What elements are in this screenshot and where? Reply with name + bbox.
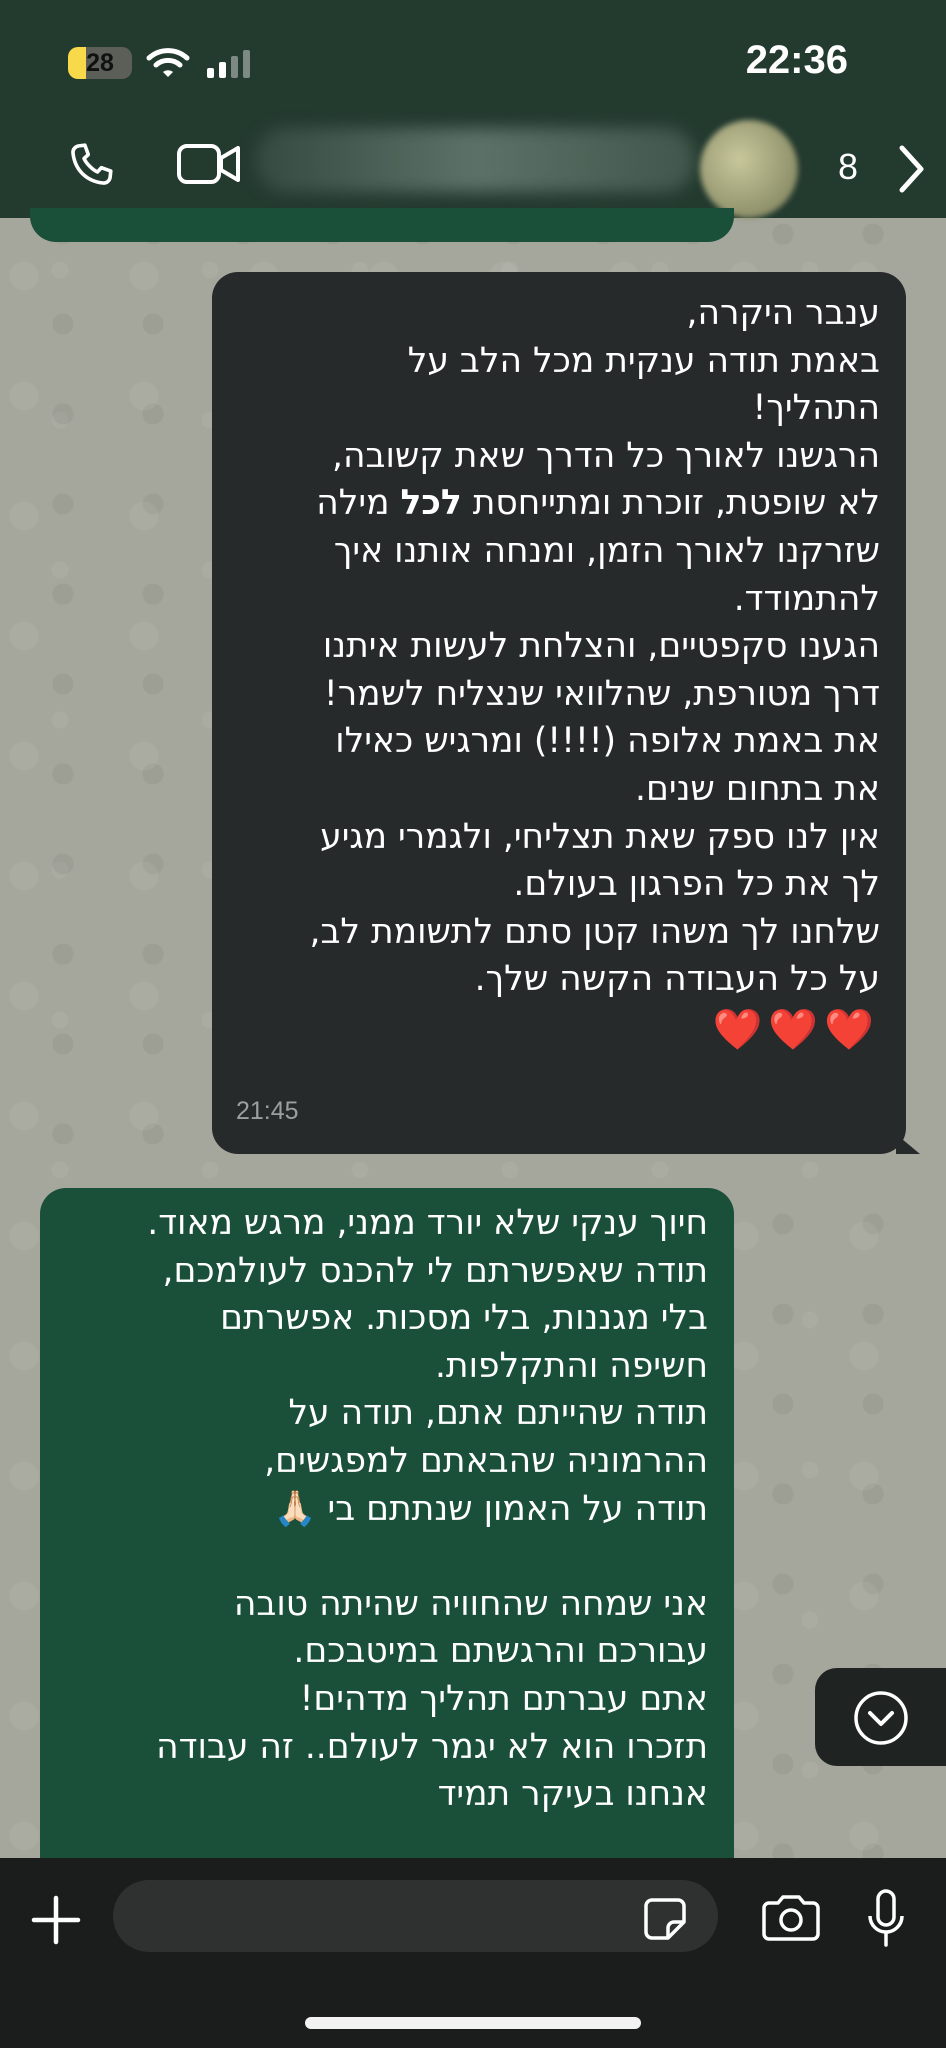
message-line: ההרמוניה שהבאתם למפגשים,: [264, 1440, 708, 1481]
message-line: להתמודד.: [733, 578, 880, 619]
scroll-to-bottom-button[interactable]: [815, 1668, 946, 1766]
camera-icon[interactable]: [760, 1894, 822, 1942]
previous-message-bubble: [30, 208, 734, 242]
message-line: תודה על האמון שנתתם בי 🙏🏻: [273, 1488, 708, 1529]
message-line: הרגשנו לאורך כל הדרך שאת קשובה,: [332, 435, 880, 476]
message-line: אני שמחה שהחוויה שהיתה טובה: [233, 1583, 708, 1624]
cellular-signal-icon: [207, 50, 250, 78]
message-line: שזרקנו לאורך הזמן, ומנחה אותנו איך: [333, 530, 880, 571]
message-bold-text: לכל: [400, 483, 462, 524]
message-line: אתם עברתם תהליך מדהים!: [299, 1678, 708, 1719]
message-line: חיוך ענקי שלא יורד ממני, מרגש מאוד.: [147, 1203, 708, 1243]
heart-emoji-line: ❤️❤️❤️: [712, 1006, 880, 1053]
message-text: לא שופטת, זוכרת ומתייחסת: [461, 483, 880, 524]
message-line: בלי מגננות, בלי מסכות. אפשרתם: [220, 1298, 708, 1339]
chat-header: 28 22:36 8: [0, 0, 946, 218]
message-line: ענבר היקרה,: [686, 293, 880, 333]
video-call-icon[interactable]: [176, 142, 242, 186]
message-line: לא שופטת, זוכרת ומתייחסת לכל מילה: [242, 480, 880, 528]
message-text: מילה: [316, 483, 401, 524]
message-line: התהליך!: [752, 388, 880, 429]
chevron-right-icon[interactable]: [896, 144, 926, 194]
plus-icon[interactable]: [30, 1894, 82, 1946]
contact-name-blurred[interactable]: [255, 128, 695, 192]
message-line: עבורכם והרגשתם במיטבכם.: [293, 1631, 708, 1672]
unread-count-badge[interactable]: 8: [838, 146, 858, 188]
message-input[interactable]: [113, 1880, 718, 1952]
message-line: שלחנו לך משהו קטן סתם לתשומת לב,: [309, 911, 880, 952]
microphone-icon[interactable]: [866, 1888, 906, 1950]
avatar[interactable]: [700, 120, 798, 218]
message-input-bar: [0, 1858, 946, 2048]
outgoing-message-bubble[interactable]: ענבר היקרה, באמת תודה ענקית מכל הלב על ה…: [212, 272, 920, 1154]
home-indicator: [305, 2017, 641, 2029]
message-line: תזכרו הוא לא יגמר לעולם.. זה עבודה: [156, 1726, 708, 1767]
message-line: דרך מטורפת, שהלוואי שנצליח לשמר!: [323, 673, 880, 714]
battery-level: 28: [86, 49, 114, 77]
message-line: הגענו סקפטיים, והצלחת לעשות איתנו: [322, 626, 880, 667]
message-line: את באמת אלופה (!!!!) ומרגיש כאילו: [335, 721, 880, 762]
message-line: לך את כל הפרגון בעולם.: [513, 864, 880, 905]
message-timestamp: 21:45: [236, 1097, 299, 1126]
chevron-down-circle-icon: [854, 1691, 908, 1745]
battery-indicator: 28: [68, 47, 132, 79]
message-line: חשיפה והתקלפות.: [434, 1345, 708, 1386]
sticker-icon[interactable]: [642, 1896, 688, 1942]
message-line: אין לנו ספק שאת תצליחי, ולגמרי מגיע: [320, 816, 880, 857]
wifi-icon: [146, 48, 190, 77]
status-time: 22:36: [745, 38, 848, 82]
call-icon[interactable]: [64, 138, 118, 192]
message-line: תודה שהייתם אתם, תודה על: [288, 1393, 708, 1434]
message-line: אנחנו בעיקר תמיד: [437, 1774, 708, 1815]
message-line: על כל העבודה הקשה שלך.: [474, 959, 880, 1000]
message-line: את בתחום שנים.: [635, 768, 880, 809]
message-line: באמת תודה ענקית מכל הלב על: [407, 340, 880, 381]
message-line: תודה שאפשרתם לי להכנס לעולמכם,: [162, 1250, 708, 1291]
